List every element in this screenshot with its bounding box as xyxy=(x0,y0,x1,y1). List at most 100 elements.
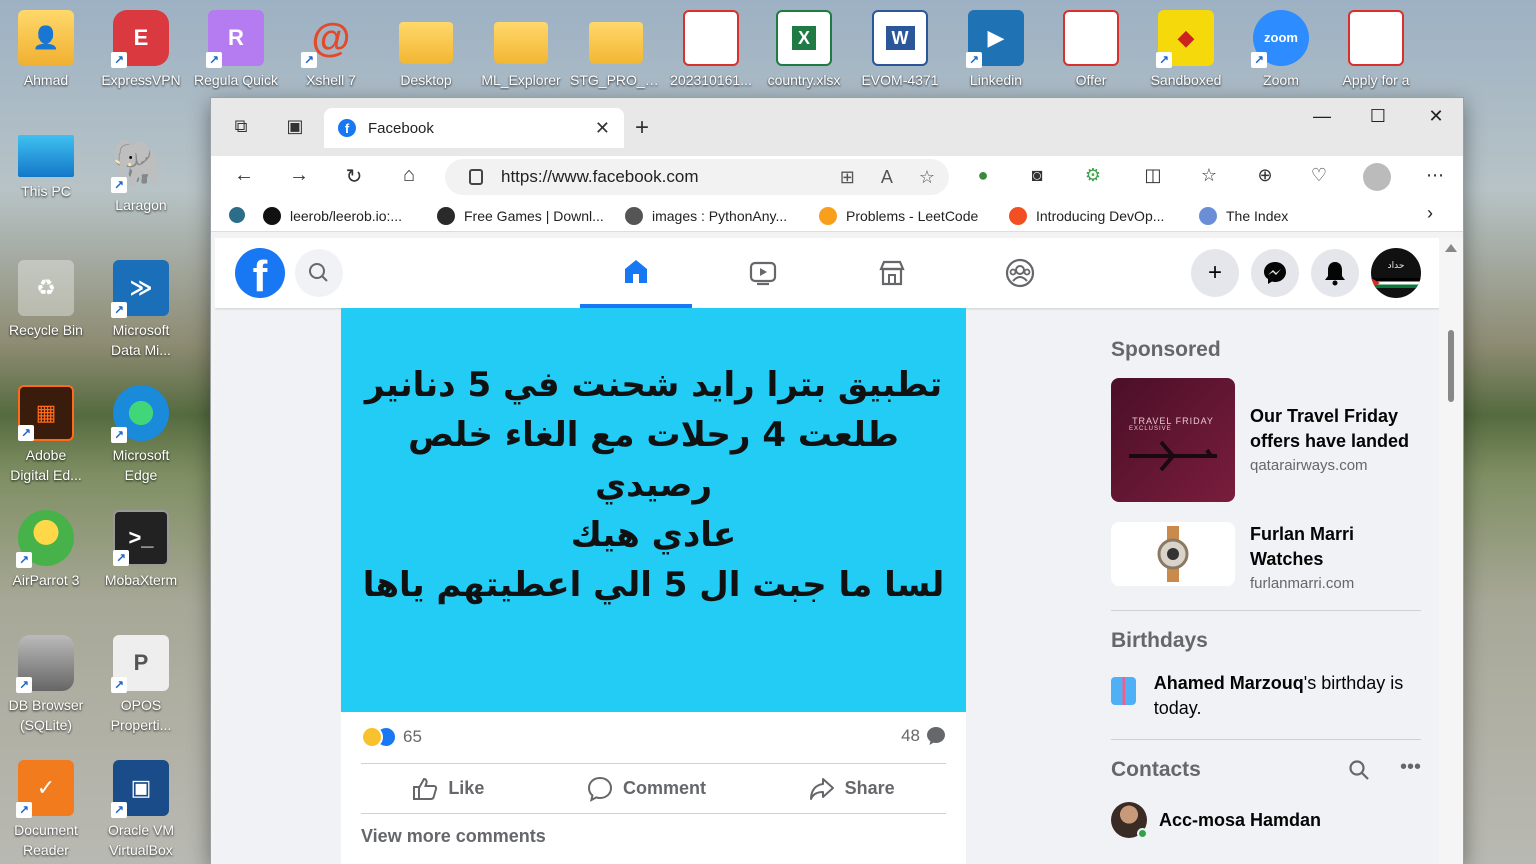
vertical-tabs-icon[interactable]: ▣ xyxy=(283,114,307,138)
bookmark-item[interactable]: Free Games | Downl... xyxy=(437,207,604,225)
reaction-summary[interactable]: 65 xyxy=(361,726,422,748)
bookmark-item[interactable]: leerob/leerob.io:... xyxy=(263,207,402,225)
post-image[interactable]: تطبيق بترا رايد شحنت في 5 دنانير طلعت 4 ر… xyxy=(341,308,966,712)
page-scrollbar[interactable] xyxy=(1439,238,1463,864)
bookmark-item[interactable]: images : PythonAny... xyxy=(625,207,787,225)
apps-icon[interactable]: ⊞ xyxy=(840,167,855,188)
read-aloud-icon[interactable]: A xyxy=(881,167,893,188)
tampermonkey-icon[interactable]: ◙ xyxy=(1025,165,1049,189)
refresh-button[interactable]: ↻ xyxy=(339,164,369,189)
scroll-up-arrow-icon[interactable] xyxy=(1445,244,1457,252)
nav-marketplace-tab[interactable] xyxy=(836,238,948,308)
android-extension-icon[interactable]: ⚙ xyxy=(1081,165,1105,189)
home-button[interactable]: ⌂ xyxy=(394,164,424,187)
like-button[interactable]: Like xyxy=(412,777,484,801)
desktop-icon-docreader[interactable]: ✓ ↗ Document Reader xyxy=(0,760,92,860)
desktop-icon-vbox[interactable]: ▣ ↗ Oracle VM VirtualBox xyxy=(95,760,187,860)
desktop-icon-regula[interactable]: R ↗ Regula Quick xyxy=(190,10,282,90)
share-button[interactable]: Share xyxy=(809,777,895,801)
profile-avatar[interactable]: حداد xyxy=(1371,248,1421,298)
ad-title[interactable]: Furlan Marri Watches xyxy=(1250,522,1421,572)
groups-icon xyxy=(1005,258,1035,288)
nav-video-tab[interactable] xyxy=(707,238,819,308)
bookmark-item[interactable]: Problems - LeetCode xyxy=(819,207,978,225)
close-window-button[interactable]: ✕ xyxy=(1413,106,1459,127)
search-contacts-icon[interactable] xyxy=(1348,759,1370,781)
desktop-icon-label-2: VirtualBox xyxy=(109,842,173,858)
desktop-icon-pdf[interactable]: PDF Apply for a xyxy=(1330,10,1422,90)
desktop-icon-folder[interactable]: Desktop xyxy=(380,10,472,90)
desktop-icon-folder2[interactable]: ML_Explorer xyxy=(475,10,567,90)
chevron-right-icon[interactable]: › xyxy=(1427,203,1433,224)
desktop-icon-pc[interactable]: This PC xyxy=(0,135,92,201)
ad-image-watch[interactable] xyxy=(1111,522,1235,586)
desktop-icon-excel[interactable]: Xcountry.xlsx xyxy=(758,10,850,90)
desktop-icon-laragon[interactable]: 🐘 ↗ Laragon xyxy=(95,135,187,215)
collections-icon[interactable]: ⊕ xyxy=(1253,165,1277,189)
desktop-icon-label-2: Reader xyxy=(23,842,69,858)
desktop-icon-word[interactable]: W EVOM-4371 xyxy=(854,10,946,90)
desktop-icon-sandbox[interactable]: ◆ ↗ Sandboxed xyxy=(1140,10,1232,90)
desktop-icon-zoom[interactable]: zoom ↗ Zoom xyxy=(1235,10,1327,90)
globe-extension-icon[interactable]: ● xyxy=(971,165,995,189)
desktop-icon-user[interactable]: 👤 Ahmad xyxy=(0,10,92,90)
split-screen-icon[interactable]: ◫ xyxy=(1141,165,1165,189)
desktop-icon-xshell[interactable]: @ ↗ Xshell 7 xyxy=(285,10,377,90)
notifications-button[interactable] xyxy=(1311,249,1359,297)
contacts-more-icon[interactable]: ••• xyxy=(1400,757,1421,781)
tab-facebook[interactable]: f Facebook ✕ xyxy=(324,108,624,148)
desktop-icon-folder3[interactable]: STG_PRO_P... xyxy=(570,10,662,90)
create-button[interactable]: + xyxy=(1191,249,1239,297)
messenger-button[interactable] xyxy=(1251,249,1299,297)
address-bar[interactable]: https://www.facebook.com ⊞ A ☆ xyxy=(445,159,949,195)
ad-image-qatar[interactable]: TRAVEL FRIDAY EXCLUSIVE xyxy=(1111,378,1235,502)
favorite-star-icon[interactable]: ☆ xyxy=(919,167,935,188)
birthday-item[interactable]: Ahamed Marzouq's birthday is today. xyxy=(1111,671,1421,721)
contact-item[interactable]: Acc-mosa Hamdan xyxy=(1111,802,1421,839)
workspaces-icon[interactable]: ⧉ xyxy=(229,114,253,138)
lock-icon[interactable] xyxy=(469,169,483,185)
favorites-icon[interactable]: ☆ xyxy=(1197,165,1221,189)
ad-qatar[interactable]: TRAVEL FRIDAY EXCLUSIVE Our Travel Frida… xyxy=(1111,378,1421,502)
desktop-icon-pdf[interactable]: PDF Offer xyxy=(1045,10,1137,90)
bookmark-item[interactable]: The Index xyxy=(1199,207,1288,225)
more-menu-icon[interactable]: ⋯ xyxy=(1423,165,1447,189)
maximize-button[interactable]: ☐ xyxy=(1355,106,1401,127)
url-text[interactable]: https://www.facebook.com xyxy=(501,167,698,187)
ad-title[interactable]: Our Travel Friday offers have landed xyxy=(1250,404,1421,454)
desktop-icon-vpn[interactable]: E ↗ ExpressVPN xyxy=(95,10,187,90)
comment-count[interactable]: 48 xyxy=(901,726,946,746)
ad-domain: furlanmarri.com xyxy=(1250,575,1355,592)
birthday-name[interactable]: Ahamed Marzouq xyxy=(1154,673,1304,693)
desktop-icon-recycle[interactable]: ♻ Recycle Bin xyxy=(0,260,92,340)
desktop-icon-pdf[interactable]: PDF 202310161... xyxy=(665,10,757,90)
haha-emoji-icon xyxy=(361,726,383,748)
desktop-icon-opos[interactable]: P ↗ OPOS Properti... xyxy=(95,635,187,735)
search-button[interactable] xyxy=(295,249,343,297)
bookmark-site-icon[interactable] xyxy=(229,207,254,223)
nav-groups-tab[interactable] xyxy=(964,238,1076,308)
desktop-icon-adobe[interactable]: ▦ ↗ Adobe Digital Ed... xyxy=(0,385,92,485)
browser-essentials-icon[interactable]: ♡ xyxy=(1307,165,1331,189)
desktop-icon-airparrot[interactable]: ↗ AirParrot 3 xyxy=(0,510,92,590)
shortcut-arrow-icon: ↗ xyxy=(16,552,32,568)
profile-icon[interactable] xyxy=(1363,163,1391,191)
desktop-icon-moba[interactable]: >_ ↗ MobaXterm xyxy=(95,510,187,590)
new-tab-button[interactable]: + xyxy=(635,114,649,142)
close-tab-icon[interactable]: ✕ xyxy=(595,118,610,139)
facebook-logo-icon[interactable]: f xyxy=(235,248,285,298)
desktop-icon-linkedin[interactable]: ▶ ↗ Linkedin xyxy=(950,10,1042,90)
excel-file-icon: X xyxy=(776,10,832,66)
desktop-icon-msdata[interactable]: ≫ ↗ Microsoft Data Mi... xyxy=(95,260,187,360)
minimize-button[interactable]: — xyxy=(1299,106,1345,127)
forward-button[interactable]: → xyxy=(284,164,314,187)
ad-furlan[interactable]: Furlan Marri Watches furlanmarri.com xyxy=(1111,522,1421,592)
desktop-icon-edge[interactable]: ↗ Microsoft Edge xyxy=(95,385,187,485)
desktop-icon-db[interactable]: ↗ DB Browser (SQLite) xyxy=(0,635,92,735)
comment-button[interactable]: Comment xyxy=(587,776,706,802)
view-more-comments-link[interactable]: View more comments xyxy=(361,826,946,847)
back-button[interactable]: ← xyxy=(229,164,259,187)
nav-home-tab[interactable] xyxy=(580,238,692,308)
scroll-thumb[interactable] xyxy=(1448,330,1454,402)
bookmark-item[interactable]: Introducing DevOp... xyxy=(1009,207,1164,225)
